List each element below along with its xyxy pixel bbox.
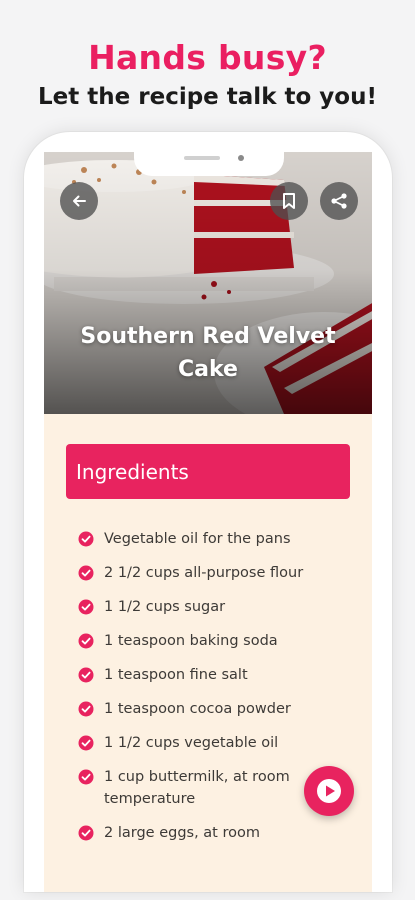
check-circle-icon <box>78 825 94 841</box>
ingredients-header-label: Ingredients <box>76 459 189 484</box>
recipe-hero-image: Southern Red Velvet Cake <box>44 152 372 414</box>
arrow-left-icon <box>73 195 86 207</box>
back-button[interactable] <box>60 182 98 220</box>
check-circle-icon <box>78 735 94 751</box>
ingredients-header: Ingredients <box>66 444 350 499</box>
ingredient-item: 1 1/2 cups sugar <box>78 596 350 618</box>
play-audio-button[interactable] <box>304 766 354 816</box>
recipe-screen: Southern Red Velvet Cake Ingredients Veg… <box>44 152 372 892</box>
ingredient-item: 1 teaspoon fine salt <box>78 664 350 686</box>
check-circle-icon <box>78 599 94 615</box>
speaker-grill <box>184 156 220 160</box>
ingredient-text: Vegetable oil for the pans <box>104 531 291 547</box>
ingredient-text: 2 1/2 cups all-purpose flour <box>104 565 304 581</box>
ingredient-text: 1 teaspoon cocoa powder <box>104 701 291 717</box>
share-icon <box>331 193 347 209</box>
ingredient-text: 1 teaspoon fine salt <box>104 667 248 683</box>
bookmark-button[interactable] <box>270 182 308 220</box>
recipe-title: Southern Red Velvet Cake <box>44 320 372 386</box>
ingredient-item: 2 1/2 cups all-purpose flour <box>78 562 350 584</box>
ingredient-item: 1 teaspoon cocoa powder <box>78 698 350 720</box>
check-circle-icon <box>78 531 94 547</box>
check-circle-icon <box>78 565 94 581</box>
ingredient-text: 1 teaspoon baking soda <box>104 633 278 649</box>
phone-notch <box>134 152 284 176</box>
ingredient-item: 1 1/2 cups vegetable oil <box>78 732 350 754</box>
check-circle-icon <box>78 769 94 785</box>
promo-headline: Hands busy? <box>88 38 327 77</box>
bookmark-icon <box>283 193 295 209</box>
play-icon <box>317 779 341 803</box>
recipe-title-line: Cake <box>178 357 238 382</box>
ingredient-text: 2 large eggs, at room <box>104 825 260 841</box>
ingredient-text: 1 1/2 cups vegetable oil <box>104 735 279 751</box>
ingredient-text: 1 1/2 cups sugar <box>104 599 226 615</box>
ingredient-item: 2 large eggs, at room <box>78 822 350 844</box>
phone-frame: Southern Red Velvet Cake Ingredients Veg… <box>24 132 392 892</box>
promo-subline: Let the recipe talk to you! <box>38 84 377 110</box>
check-circle-icon <box>78 667 94 683</box>
front-camera <box>238 155 244 161</box>
ingredient-item: 1 teaspoon baking soda <box>78 630 350 652</box>
recipe-title-line: Southern Red Velvet <box>80 324 336 349</box>
check-circle-icon <box>78 633 94 649</box>
share-button[interactable] <box>320 182 358 220</box>
ingredient-item: Vegetable oil for the pans <box>78 528 350 550</box>
check-circle-icon <box>78 701 94 717</box>
